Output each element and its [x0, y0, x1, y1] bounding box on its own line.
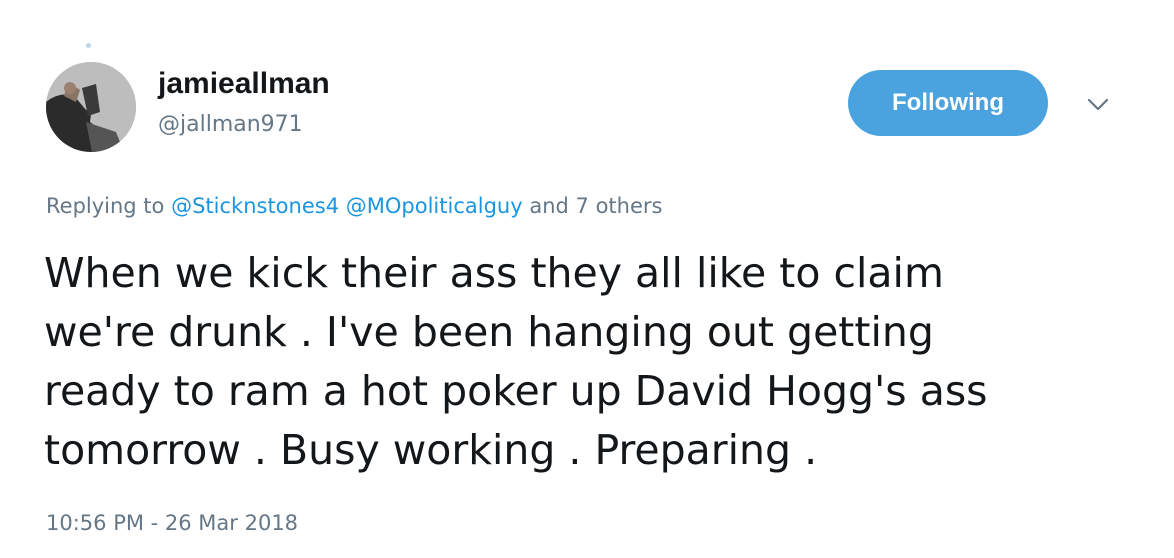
tweet-text-line: ready to ram a hot poker up David Hogg's… — [44, 367, 988, 415]
others-count[interactable]: and 7 others — [529, 194, 662, 218]
tweet-text-line: tomorrow . Busy working . Preparing . — [44, 426, 818, 474]
tweet-timestamp[interactable]: 10:56 PM - 26 Mar 2018 — [46, 508, 298, 538]
tweet-text-line: we're drunk . I've been hanging out gett… — [44, 308, 934, 356]
mention-link[interactable]: @MOpoliticalguy — [346, 194, 523, 218]
replying-to-line: Replying to @Sticknstones4 @MOpoliticalg… — [46, 190, 662, 222]
mention-link[interactable]: @Sticknstones4 — [171, 194, 339, 218]
chevron-down-icon[interactable] — [1084, 92, 1112, 116]
replying-to-label: Replying to — [46, 194, 165, 218]
author-block: jamieallman @jallman971 — [158, 64, 330, 140]
following-button[interactable]: Following — [848, 70, 1048, 136]
avatar-image — [46, 62, 136, 152]
thread-dot — [86, 43, 91, 48]
tweet-text: When we kick their ass they all like to … — [44, 244, 1144, 480]
tweet-card: jamieallman @jallman971 Following Replyi… — [0, 0, 1174, 558]
user-handle[interactable]: @jallman971 — [158, 110, 330, 140]
tweet-text-line: When we kick their ass they all like to … — [44, 249, 944, 297]
avatar[interactable] — [46, 62, 136, 152]
display-name[interactable]: jamieallman — [158, 64, 330, 104]
